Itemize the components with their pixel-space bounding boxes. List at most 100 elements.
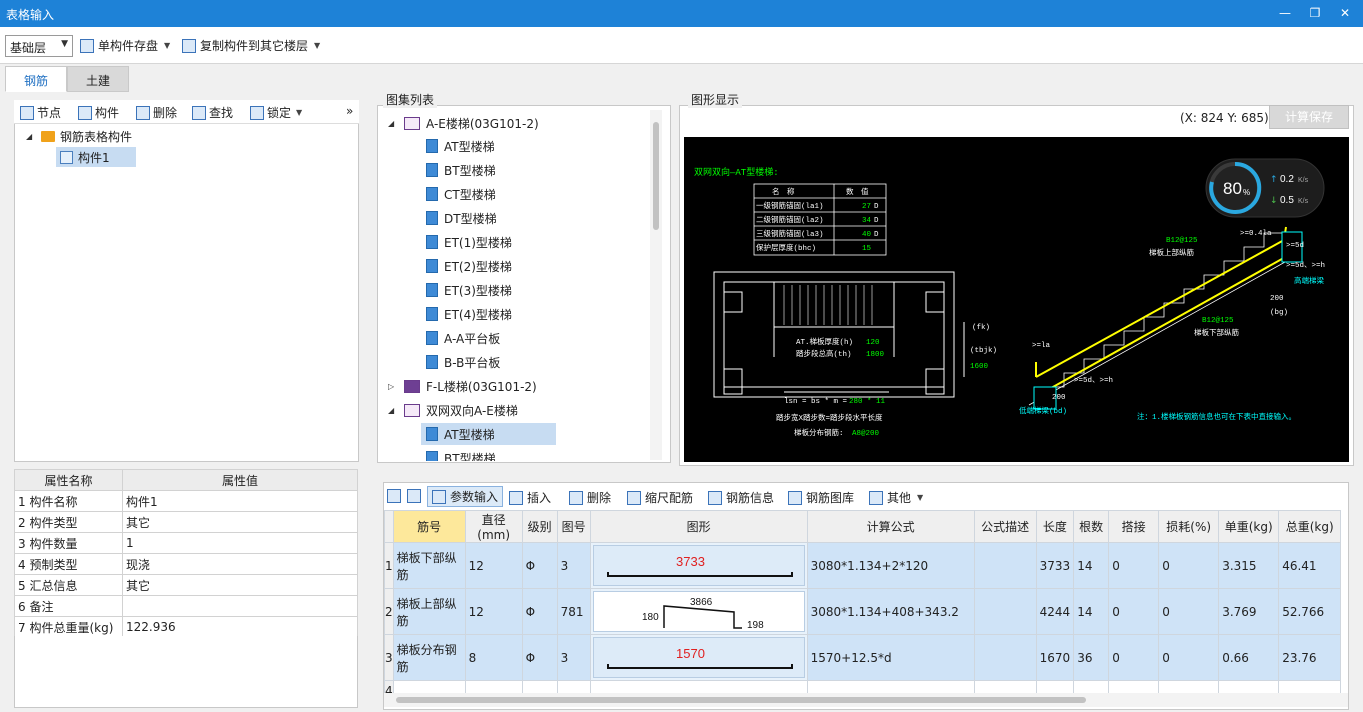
move-up-button[interactable] [387, 489, 401, 503]
chevron-down-icon[interactable]: ▼ [314, 41, 320, 50]
cell-bar-name[interactable]: 梯板上部纵筋 [392, 588, 466, 635]
col-loss[interactable]: 损耗(%) [1158, 510, 1220, 543]
insert-button[interactable]: 插入 [509, 489, 551, 506]
param-input-button[interactable]: 参数输入 [427, 486, 504, 507]
cell-lap[interactable]: 0 [1108, 634, 1160, 681]
property-value[interactable]: 1 [122, 532, 358, 554]
cell-unit-weight[interactable]: 3.769 [1218, 588, 1280, 635]
collapse-icon[interactable]: ◢ [388, 406, 398, 415]
toolbar-overflow-button[interactable]: » [346, 104, 353, 118]
property-row[interactable]: 1 构件名称 构件1 [14, 490, 358, 512]
chevron-down-icon[interactable]: ▼ [164, 41, 170, 50]
save-single-button[interactable]: 单构件存盘 ▼ [80, 37, 170, 54]
col-bar-number[interactable]: 筋号 [392, 510, 466, 543]
cell-grade[interactable]: Φ [521, 588, 558, 635]
collapse-icon[interactable]: ◢ [26, 132, 36, 141]
grid-delete-button[interactable]: 删除 [569, 489, 611, 506]
cell-figure-no[interactable]: 781 [556, 588, 591, 635]
atlas-item-at-selected[interactable]: AT型楼梯 [421, 423, 556, 445]
atlas-group-ae[interactable]: ◢ A-E楼梯(03G101-2) [388, 112, 539, 134]
other-button[interactable]: 其他 ▼ [869, 489, 923, 506]
node-button[interactable]: 节点 [20, 104, 61, 121]
col-diameter[interactable]: 直径(mm) [464, 510, 523, 543]
grid-horizontal-scrollbar[interactable] [384, 693, 1348, 707]
delete-button[interactable]: 删除 [136, 104, 177, 121]
atlas-item-et4[interactable]: ET(4)型楼梯 [426, 303, 512, 325]
cell-grade[interactable]: Φ [521, 542, 558, 589]
cell-loss[interactable]: 0 [1158, 634, 1220, 681]
col-shape[interactable]: 图形 [589, 510, 808, 543]
table-row[interactable]: 2 梯板上部纵筋 12 Φ 781 3866 180 198 3080*1.13… [384, 588, 1342, 635]
atlas-item-et2[interactable]: ET(2)型楼梯 [426, 255, 512, 277]
cell-lap[interactable]: 0 [1108, 588, 1160, 635]
cell-diameter[interactable]: 8 [464, 634, 523, 681]
calc-save-button[interactable]: 计算保存 [1269, 105, 1349, 129]
cell-formula-desc[interactable] [973, 542, 1037, 589]
collapse-icon[interactable]: ◢ [388, 119, 398, 128]
grid-scrollbar-thumb[interactable] [396, 697, 1086, 703]
find-button[interactable]: 查找 [192, 104, 233, 121]
table-row[interactable]: 3 梯板分布钢筋 8 Φ 3 1570 1570+12.5*d 1670 36 … [384, 634, 1342, 681]
rebar-library-button[interactable]: 钢筋图库 [788, 489, 854, 506]
cell-total-weight[interactable]: 46.41 [1278, 542, 1342, 589]
lock-button[interactable]: 锁定 ▼ [250, 104, 302, 121]
expand-icon[interactable]: ▷ [388, 382, 398, 391]
property-value[interactable]: 其它 [122, 574, 358, 596]
table-row[interactable]: 1 梯板下部纵筋 12 Φ 3 3733 3080*1.134+2*120 37… [384, 542, 1342, 589]
atlas-item-et3[interactable]: ET(3)型楼梯 [426, 279, 512, 301]
component-button[interactable]: 构件 [78, 104, 119, 121]
atlas-item-dt[interactable]: DT型楼梯 [426, 207, 497, 229]
col-formula[interactable]: 计算公式 [806, 510, 975, 543]
cad-drawing-canvas[interactable]: 双网双向—AT型楼梯: 名 称 数 值 一级钢筋锚固(la1) 二级钢筋锚固(l… [684, 137, 1349, 462]
floor-select[interactable]: 基础层 ▼ [5, 35, 73, 57]
cell-figure-no[interactable]: 3 [556, 542, 591, 589]
cell-length[interactable]: 1670 [1035, 634, 1075, 681]
property-row[interactable]: 5 汇总信息 其它 [14, 574, 358, 596]
atlas-item-at[interactable]: AT型楼梯 [426, 135, 495, 157]
minimize-icon[interactable]: — [1275, 4, 1295, 22]
atlas-group-fl[interactable]: ▷ F-L楼梯(03G101-2) [388, 375, 537, 397]
cell-bar-name[interactable]: 梯板分布钢筋 [392, 634, 466, 681]
property-value[interactable]: 现浇 [122, 553, 358, 575]
tab-civil[interactable]: 土建 [67, 66, 130, 92]
col-unit-weight[interactable]: 单重(kg) [1218, 510, 1280, 543]
atlas-item-et1[interactable]: ET(1)型楼梯 [426, 231, 512, 253]
atlas-scrollbar[interactable] [650, 110, 662, 460]
cell-formula[interactable]: 3080*1.134+408+343.2 [806, 588, 975, 635]
atlas-item-aa-slab[interactable]: A-A平台板 [426, 327, 500, 349]
tree-item-component1[interactable]: 构件1 [56, 147, 136, 167]
property-row[interactable]: 3 构件数量 1 [14, 532, 358, 554]
property-value[interactable]: 构件1 [122, 490, 358, 512]
cell-shape[interactable]: 3866 180 198 [589, 588, 808, 635]
cell-diameter[interactable]: 12 [464, 542, 523, 589]
col-figure-no[interactable]: 图号 [556, 510, 591, 543]
property-row[interactable]: 6 备注 [14, 595, 358, 617]
tree-root[interactable]: ◢ 钢筋表格构件 [26, 128, 132, 145]
cell-loss[interactable]: 0 [1158, 588, 1220, 635]
col-grade[interactable]: 级别 [521, 510, 558, 543]
property-value[interactable] [122, 595, 358, 617]
property-value[interactable]: 122.936 [122, 616, 358, 638]
atlas-item-bb-slab[interactable]: B-B平台板 [426, 351, 500, 373]
cell-figure-no[interactable]: 3 [556, 634, 591, 681]
cell-count[interactable]: 36 [1073, 634, 1110, 681]
property-row[interactable]: 7 构件总重量(kg) 122.936 [14, 616, 358, 638]
cell-total-weight[interactable]: 23.76 [1278, 634, 1342, 681]
copy-to-floor-button[interactable]: 复制构件到其它楼层 ▼ [182, 37, 320, 54]
cell-count[interactable]: 14 [1073, 588, 1110, 635]
move-down-button[interactable] [407, 489, 421, 503]
cell-shape[interactable]: 1570 [589, 634, 808, 681]
cell-formula-desc[interactable] [973, 588, 1037, 635]
atlas-group-double-net[interactable]: ◢ 双网双向A-E楼梯 [388, 399, 518, 421]
col-formula-desc[interactable]: 公式描述 [973, 510, 1037, 543]
cell-bar-name[interactable]: 梯板下部纵筋 [392, 542, 466, 589]
property-row[interactable]: 4 预制类型 现浇 [14, 553, 358, 575]
property-value[interactable]: 其它 [122, 511, 358, 533]
close-icon[interactable]: ✕ [1335, 4, 1355, 22]
cell-length[interactable]: 3733 [1035, 542, 1075, 589]
scale-rebar-button[interactable]: 缩尺配筋 [627, 489, 693, 506]
rebar-info-button[interactable]: 钢筋信息 [708, 489, 774, 506]
cell-formula[interactable]: 3080*1.134+2*120 [806, 542, 975, 589]
restore-icon[interactable]: ❐ [1305, 4, 1325, 22]
cell-total-weight[interactable]: 52.766 [1278, 588, 1342, 635]
